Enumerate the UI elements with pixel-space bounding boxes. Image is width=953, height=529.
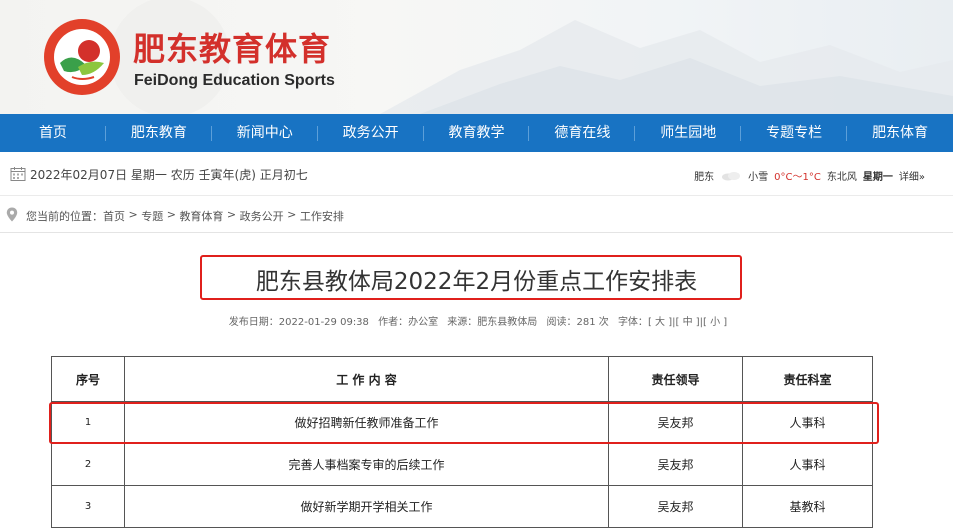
nav-item-government-affairs[interactable]: 政务公开	[318, 114, 424, 152]
row-leader: 吴友邦	[608, 485, 743, 528]
weather-widget: 肥东 小雪 0°C～1°C 东北风 星期一 详细»	[694, 168, 925, 183]
breadcrumb-separator: >	[163, 208, 180, 221]
site-header: 肥东教育体育 FeiDong Education Sports	[0, 0, 953, 114]
breadcrumb-separator: >	[125, 208, 142, 221]
nav-item-moral-education[interactable]: 德育在线	[529, 114, 636, 152]
meta-date: 发布日期：2022-01-29 09:38	[228, 317, 369, 328]
nav-item-home[interactable]: 首页	[0, 114, 106, 152]
main-nav: 首页 肥东教育 新闻中心 政务公开 教育教学 德育在线 师生园地 专题专栏 肥东…	[0, 114, 953, 152]
weather-temperature: 0°C～1°C	[774, 172, 821, 183]
current-date: 2022年02月07日 星期一 农历 壬寅年(虎) 正月初七	[30, 168, 308, 182]
weather-condition: 小雪	[748, 172, 769, 183]
row-number: 3	[51, 485, 125, 528]
weather-wind: 东北风	[826, 172, 857, 183]
meta-views: 阅读：281 次	[546, 317, 609, 328]
font-size-small-button[interactable]: [ 小 ]	[703, 317, 727, 328]
table-header-row: 序号 工 作 内 容 责任领导 责任科室	[51, 356, 873, 402]
nav-item-special-topics[interactable]: 专题专栏	[741, 114, 848, 152]
nav-item-teaching[interactable]: 教育教学	[424, 114, 530, 152]
breadcrumb-separator: >	[223, 208, 240, 221]
font-size-medium-button[interactable]: [ 中 ]	[675, 317, 699, 328]
row-content: 完善人事档案专审的后续工作	[124, 443, 609, 486]
nav-item-campus[interactable]: 师生园地	[635, 114, 742, 152]
breadcrumb-prefix: 您当前的位置：	[26, 210, 103, 223]
row-department: 基教科	[742, 485, 873, 528]
table-row: 2 完善人事档案专审的后续工作 吴友邦 人事科	[51, 443, 873, 486]
breadcrumb: 您当前的位置： 首页 > 专题 > 教育体育 > 政务公开 > 工作安排	[0, 197, 953, 233]
font-size-large-button[interactable]: [ 大 ]	[648, 317, 672, 328]
breadcrumb-work-plan[interactable]: 工作安排	[300, 208, 344, 224]
breadcrumb-government-affairs[interactable]: 政务公开	[240, 208, 284, 224]
table-row: 3 做好新学期开学相关工作 吴友邦 基教科	[51, 485, 873, 528]
row-leader: 吴友邦	[608, 443, 743, 486]
column-header-content: 工 作 内 容	[124, 356, 609, 402]
breadcrumb-separator: >	[283, 208, 300, 221]
breadcrumb-topics[interactable]: 专题	[141, 208, 163, 224]
weather-detail-link[interactable]: 详细»	[899, 168, 925, 183]
article-title: 肥东县教体局2022年2月份重点工作安排表	[255, 269, 698, 295]
calendar-icon	[10, 167, 26, 181]
nav-item-news[interactable]: 新闻中心	[212, 114, 318, 152]
row-number: 2	[51, 443, 125, 486]
breadcrumb-trail: 您当前的位置： 首页 > 专题 > 教育体育 > 政务公开 > 工作安排	[26, 208, 344, 224]
brand-title: 肥东教育体育	[133, 30, 332, 68]
column-header-number: 序号	[51, 356, 125, 402]
row-department: 人事科	[742, 443, 873, 486]
info-bar: 2022年02月07日 星期一 农历 壬寅年(虎) 正月初七 肥东 小雪 0°C…	[0, 152, 953, 196]
meta-source: 来源：肥东县教体局	[447, 317, 538, 328]
weather-day: 星期一	[862, 172, 893, 183]
breadcrumb-education-sports[interactable]: 教育体育	[179, 208, 223, 224]
nav-item-sports[interactable]: 肥东体育	[847, 114, 953, 152]
row-content: 做好新学期开学相关工作	[124, 485, 609, 528]
nav-item-feidong-education[interactable]: 肥东教育	[106, 114, 212, 152]
article-meta: 发布日期：2022-01-29 09:38 作者：办公室 来源：肥东县教体局 阅…	[228, 317, 728, 328]
brand-subtitle: FeiDong Education Sports	[134, 72, 335, 89]
column-header-department: 责任科室	[742, 356, 873, 402]
breadcrumb-home[interactable]: 首页	[103, 208, 125, 224]
meta-font-label: 字体：	[617, 317, 648, 328]
location-pin-icon	[6, 207, 18, 222]
column-header-leader: 责任领导	[608, 356, 743, 402]
logo-icon	[44, 19, 120, 95]
weather-city: 肥东	[694, 172, 715, 183]
meta-author: 作者：办公室	[378, 317, 439, 328]
row-highlight-box	[49, 402, 879, 444]
snow-cloud-icon	[722, 171, 741, 180]
